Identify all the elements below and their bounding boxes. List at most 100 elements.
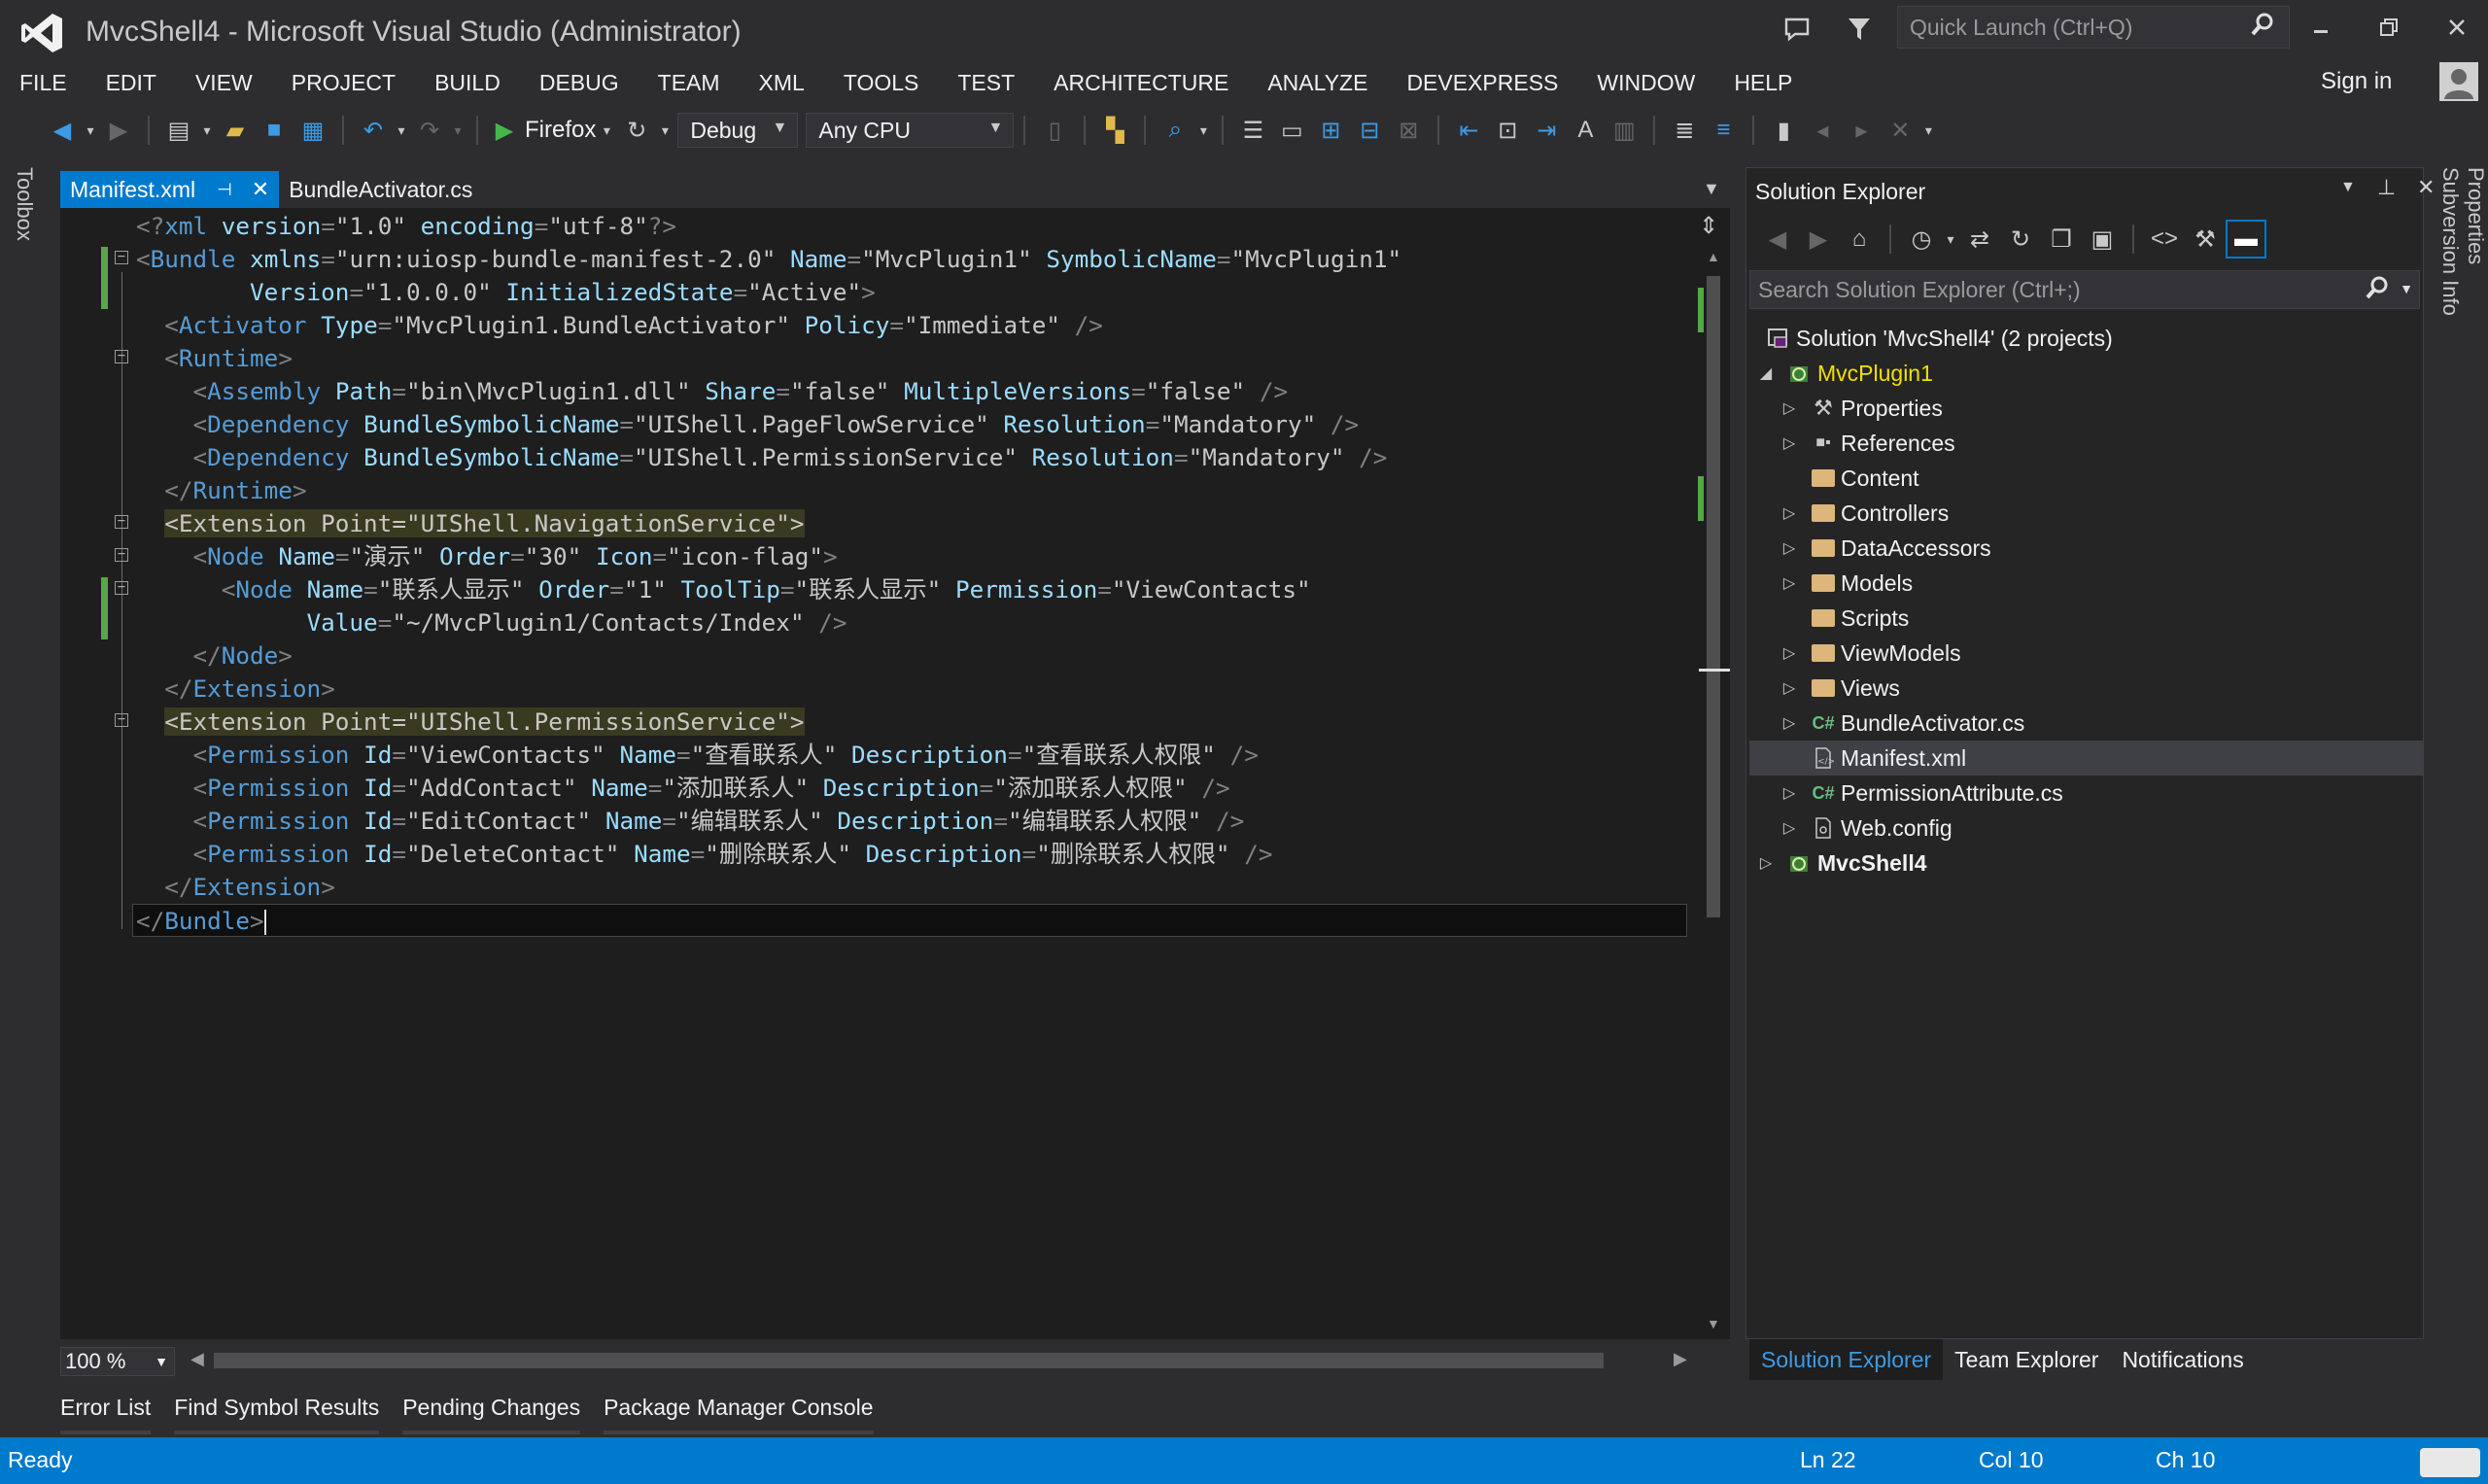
refresh-dropdown-icon[interactable]: ▾	[656, 111, 674, 150]
save-icon[interactable]: ■	[255, 111, 294, 150]
pin-icon[interactable]: ⊣	[217, 180, 232, 200]
collapse-icon[interactable]: −	[115, 349, 128, 363]
solution-explorer-search[interactable]: ▼	[1749, 270, 2420, 309]
tab-notifications[interactable]: Notifications	[2110, 1339, 2255, 1380]
filter-dropdown-icon[interactable]: ▾	[1942, 220, 1959, 259]
paste-disabled-icon[interactable]: ▥	[1605, 111, 1643, 150]
undo-icon[interactable]: ↶	[354, 111, 393, 150]
code-line[interactable]: <Assembly Path="bin\MvcPlugin1.dll" Shar…	[136, 375, 1687, 408]
tab-pending-changes[interactable]: Pending Changes	[402, 1395, 580, 1434]
sign-in-link[interactable]: Sign in	[2321, 68, 2392, 95]
attach-icon[interactable]: ▯	[1035, 111, 1074, 150]
tree-item[interactable]: ◢ MvcPlugin1	[1749, 356, 2424, 391]
code-line[interactable]: <Node Name="联系人显示" Order="1" ToolTip="联系…	[136, 573, 1687, 606]
preview-selected-icon[interactable]: ▬	[2226, 220, 2266, 259]
brackets-icon[interactable]: ⊡	[1488, 111, 1527, 150]
pending-changes-filter-icon[interactable]: ◷	[1901, 220, 1942, 259]
vertical-scroll-thumb[interactable]	[1707, 276, 1720, 917]
scroll-right-icon[interactable]: ▶	[1674, 1349, 1687, 1369]
ime-indicator-icon[interactable]	[2420, 1448, 2480, 1477]
properties-tab[interactable]: Properties	[2463, 167, 2488, 316]
collapsed-arrow-icon[interactable]: ▷	[1780, 398, 1798, 418]
menu-tools[interactable]: TOOLS	[824, 64, 939, 101]
collapsed-arrow-icon[interactable]: ▷	[1780, 783, 1798, 803]
toolbox-tab[interactable]: Toolbox	[12, 167, 37, 241]
code-line[interactable]: Value="~/MvcPlugin1/Contacts/Index" />	[136, 606, 1687, 639]
feedback-icon[interactable]	[1775, 10, 1819, 49]
tree-item[interactable]: ▷ Models	[1749, 566, 2424, 601]
open-file-icon[interactable]: ▰	[216, 111, 255, 150]
collapsed-arrow-icon[interactable]: ▷	[1780, 713, 1798, 733]
menu-view[interactable]: VIEW	[176, 64, 272, 101]
code-line[interactable]: <Runtime>	[136, 342, 1687, 375]
tab-find-symbol-results[interactable]: Find Symbol Results	[174, 1395, 379, 1434]
back-dropdown-icon[interactable]: ▾	[82, 111, 99, 150]
collapsed-arrow-icon[interactable]: ▷	[1780, 818, 1798, 838]
menu-architecture[interactable]: ARCHITECTURE	[1034, 64, 1248, 101]
toolbar-overflow-icon[interactable]: ▾	[1919, 111, 1937, 150]
tab-bundleactivator-cs[interactable]: BundleActivator.cs	[279, 171, 482, 208]
navigate-forward-icon[interactable]: ▶	[99, 111, 138, 150]
refresh-icon[interactable]: ↻	[2000, 220, 2041, 259]
zoom-select[interactable]: 100 % ▼	[60, 1347, 175, 1376]
collapse-icon[interactable]: −	[115, 514, 128, 529]
collapse-icon[interactable]: −	[115, 250, 128, 264]
close-icon[interactable]: ✕	[2417, 175, 2435, 200]
tree-item[interactable]: ▷ C# BundleActivator.cs	[1749, 706, 2424, 741]
redo-icon[interactable]: ↷	[410, 111, 449, 150]
tree-item[interactable]: ▷ ViewModels	[1749, 636, 2424, 671]
next-bookmark-icon[interactable]: ▸	[1842, 111, 1881, 150]
code-line[interactable]: <Extension Point="UIShell.PermissionServ…	[136, 706, 1687, 739]
outdent-icon[interactable]: ⇥	[1527, 111, 1566, 150]
tree-item[interactable]: ▷ MvcShell4	[1749, 846, 2424, 880]
panel-menu-icon[interactable]: ▼	[2340, 179, 2356, 196]
hierarchy-disabled-icon[interactable]: ⊠	[1389, 111, 1428, 150]
code-line[interactable]: </Bundle>	[132, 904, 1687, 937]
restore-button[interactable]	[2362, 8, 2416, 47]
code-line[interactable]: </Extension>	[136, 673, 1687, 706]
properties-icon[interactable]: ⚒	[2185, 220, 2226, 259]
expanded-arrow-icon[interactable]: ◢	[1757, 363, 1775, 383]
menu-edit[interactable]: EDIT	[86, 64, 176, 101]
collapse-icon[interactable]: −	[115, 712, 128, 727]
home-icon[interactable]: ⌂	[1839, 220, 1880, 259]
tree-item[interactable]: ▷ Web.config	[1749, 811, 2424, 846]
tree-item[interactable]: ▷ C# PermissionAttribute.cs	[1749, 776, 2424, 811]
menu-team[interactable]: TEAM	[639, 64, 740, 101]
menu-devexpress[interactable]: DEVEXPRESS	[1387, 64, 1577, 101]
tree-item[interactable]: ▷ DataAccessors	[1749, 531, 2424, 566]
code-line[interactable]: <Permission Id="AddContact" Name="添加联系人"…	[136, 772, 1687, 805]
search-icon[interactable]	[2365, 275, 2390, 307]
document-icon[interactable]: ▭	[1272, 111, 1311, 150]
menu-xml[interactable]: XML	[740, 64, 824, 101]
search-icon[interactable]	[2250, 12, 2275, 44]
menu-analyze[interactable]: ANALYZE	[1248, 64, 1387, 101]
scroll-left-icon[interactable]: ◀	[190, 1349, 204, 1369]
run-target-label[interactable]: Firefox	[525, 117, 596, 144]
pin-icon[interactable]: ⊥	[2377, 175, 2396, 200]
menu-debug[interactable]: DEBUG	[520, 64, 639, 101]
new-dropdown-icon[interactable]: ▾	[198, 111, 216, 150]
scroll-up-icon[interactable]: ▲	[1707, 249, 1720, 264]
run-target-dropdown-icon[interactable]: ▾	[596, 111, 617, 150]
sync-icon[interactable]: ⇄	[1959, 220, 2000, 259]
tab-solution-explorer[interactable]: Solution Explorer	[1749, 1339, 1944, 1380]
menu-help[interactable]: HELP	[1714, 64, 1812, 101]
code-line[interactable]: <Dependency BundleSymbolicName="UIShell.…	[136, 441, 1687, 474]
forward-icon[interactable]: ▶	[1798, 220, 1839, 259]
outline-icon[interactable]: ☰	[1233, 111, 1272, 150]
schema-icon[interactable]: ⊞	[1311, 111, 1350, 150]
filter-icon[interactable]	[1837, 10, 1882, 49]
menu-project[interactable]: PROJECT	[272, 64, 415, 101]
collapse-all-icon[interactable]: ❐	[2041, 220, 2082, 259]
search-options-icon[interactable]: ▼	[2400, 281, 2413, 296]
platform-select[interactable]: Any CPU ▼	[806, 113, 1015, 148]
code-line[interactable]: <?xml version="1.0" encoding="utf-8"?>	[136, 210, 1687, 243]
code-line[interactable]: Version="1.0.0.0" InitializedState="Acti…	[136, 276, 1687, 309]
split-handle-icon[interactable]: ⇕	[1699, 212, 1718, 240]
save-all-icon[interactable]: ▦	[294, 111, 332, 150]
tab-package-manager-console[interactable]: Package Manager Console	[604, 1395, 875, 1434]
horizontal-scroll-thumb[interactable]	[214, 1353, 1604, 1368]
undo-dropdown-icon[interactable]: ▾	[393, 111, 410, 150]
code-line[interactable]: <Permission Id="ViewContacts" Name="查看联系…	[136, 739, 1687, 772]
